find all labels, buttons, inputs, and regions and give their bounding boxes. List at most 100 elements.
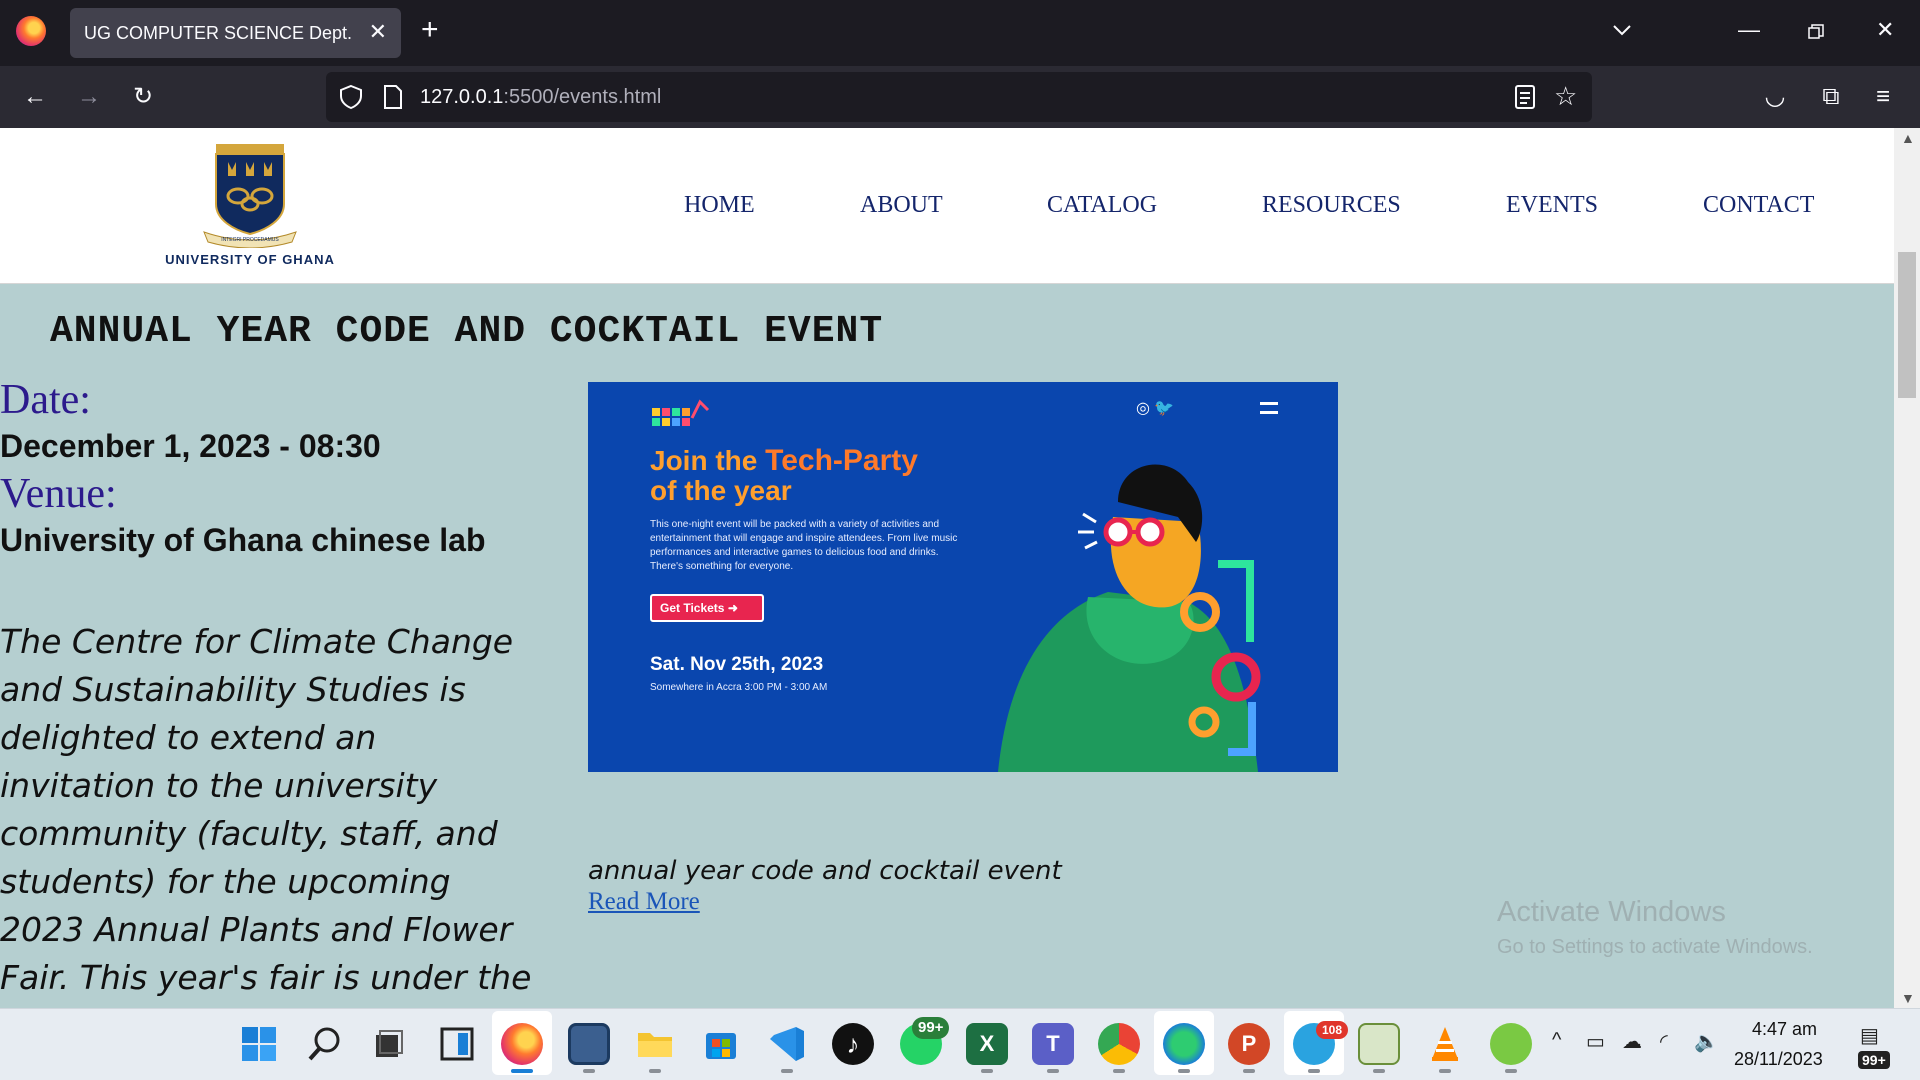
battery-icon[interactable]: ▭	[1586, 1029, 1605, 1054]
powerpoint-icon[interactable]: P	[1228, 1023, 1270, 1065]
nav-about[interactable]: ABOUT	[860, 192, 943, 219]
date-value: December 1, 2023 - 08:30	[0, 428, 381, 464]
minimize-icon[interactable]: —	[1738, 18, 1760, 42]
url-text[interactable]: 127.0.0.1:5500/events.html	[420, 86, 661, 109]
tab-title: UG COMPUTER SCIENCE Dept.	[84, 23, 353, 43]
nav-contact[interactable]: CONTACT	[1703, 192, 1814, 219]
reader-view-icon[interactable]	[1514, 84, 1536, 110]
running-indicator	[1243, 1069, 1255, 1073]
poster-place: Somewhere in Accra 3:00 PM - 3:00 AM	[650, 682, 828, 693]
running-indicator	[1113, 1069, 1125, 1073]
venue-label: Venue:	[0, 471, 117, 517]
browser-app-icon[interactable]	[1163, 1023, 1205, 1065]
running-indicator	[1308, 1069, 1320, 1073]
volume-icon[interactable]: 🔈	[1694, 1029, 1719, 1054]
running-indicator	[1439, 1069, 1451, 1073]
new-tab-icon[interactable]: +	[421, 14, 439, 46]
running-indicator	[981, 1069, 993, 1073]
notification-badge: 99+	[1858, 1051, 1890, 1069]
menu-icon[interactable]: ≡	[1866, 80, 1900, 114]
whatsapp-badge: 99+	[912, 1017, 950, 1039]
event-poster-image: ◎ 🐦 Join the Tech-Party of the year This…	[588, 382, 1338, 772]
file-explorer-icon[interactable]	[634, 1023, 676, 1065]
tiktok-icon[interactable]: ♪	[832, 1023, 874, 1065]
svg-text:INTEGRI PROCEDAMUS: INTEGRI PROCEDAMUS	[221, 237, 279, 243]
vlc-icon[interactable]	[1424, 1023, 1466, 1065]
poster-headline: Join the Tech-Party of the year	[650, 444, 918, 506]
poster-get-tickets: Get Tickets ➜	[650, 594, 764, 622]
firefox-icon[interactable]	[16, 16, 46, 46]
notification-center-icon[interactable]: ▤	[1860, 1023, 1879, 1048]
poster-menu-icon	[1260, 402, 1278, 414]
poster-body-text: This one-night event will be packed with…	[650, 519, 958, 572]
page-info-icon[interactable]	[382, 84, 404, 110]
teams-icon[interactable]: T	[1032, 1023, 1074, 1065]
running-indicator	[1505, 1069, 1517, 1073]
firefox-taskbar-icon[interactable]	[501, 1023, 543, 1065]
running-indicator	[649, 1069, 661, 1073]
vscode-icon[interactable]	[766, 1023, 808, 1065]
image-viewer-icon[interactable]	[568, 1023, 610, 1065]
site-header: INTEGRI PROCEDAMUS UNIVERSITY OF GHANA H…	[0, 128, 1894, 284]
nav-catalog[interactable]: CATALOG	[1047, 192, 1157, 219]
poster-date: Sat. Nov 25th, 2023	[650, 654, 824, 675]
logo-text: UNIVERSITY OF GHANA	[165, 252, 335, 267]
task-view-icon[interactable]	[368, 1023, 410, 1065]
windows-taskbar: ♪ 99+ X T P 108 ^ ▭ ☁ ◜ 🔈 4:47 am 28/11/…	[0, 1008, 1920, 1080]
running-indicator	[781, 1069, 793, 1073]
widgets-icon[interactable]	[436, 1023, 478, 1065]
venue-value: University of Ghana chinese lab	[0, 522, 486, 558]
page-scrollbar[interactable]: ▲ ▼	[1894, 128, 1920, 1008]
clock-time[interactable]: 4:47 am	[1752, 1019, 1817, 1040]
scroll-down-icon[interactable]: ▼	[1901, 990, 1915, 1006]
browser-tab-strip: UG COMPUTER SCIENCE Dept. ✕ + — ✕	[0, 0, 1920, 66]
university-crest-icon: INTEGRI PROCEDAMUS	[203, 144, 297, 248]
nav-events[interactable]: EVENTS	[1506, 192, 1598, 219]
telegram-badge: 108	[1316, 1021, 1349, 1039]
running-indicator	[1047, 1069, 1059, 1073]
microsoft-store-icon[interactable]	[700, 1023, 742, 1065]
page-viewport: INTEGRI PROCEDAMUS UNIVERSITY OF GHANA H…	[0, 128, 1894, 1008]
read-more-link[interactable]: Read More	[588, 888, 700, 916]
activate-windows-title: Activate Windows	[1497, 896, 1726, 928]
scroll-up-icon[interactable]: ▲	[1901, 130, 1915, 146]
date-label: Date:	[0, 377, 91, 423]
tab-close-icon[interactable]: ✕	[369, 20, 387, 44]
nav-resources[interactable]: RESOURCES	[1262, 192, 1401, 219]
reload-icon[interactable]: ↻	[126, 80, 160, 114]
running-indicator	[1178, 1069, 1190, 1073]
android-app-icon[interactable]	[1490, 1023, 1532, 1065]
nav-home[interactable]: HOME	[684, 192, 755, 219]
back-icon[interactable]: ←	[18, 80, 52, 114]
chrome-icon[interactable]	[1098, 1023, 1140, 1065]
event-title: ANNUAL YEAR CODE AND COCKTAIL EVENT	[50, 310, 884, 353]
wifi-icon[interactable]: ◜	[1660, 1029, 1668, 1054]
running-indicator	[583, 1069, 595, 1073]
notepad-icon[interactable]	[1358, 1023, 1400, 1065]
search-icon[interactable]	[304, 1023, 346, 1065]
show-hidden-icons[interactable]: ^	[1552, 1029, 1561, 1052]
windows-start-icon[interactable]	[238, 1023, 280, 1065]
forward-icon[interactable]: →	[72, 80, 106, 114]
onedrive-icon[interactable]: ☁	[1622, 1029, 1642, 1054]
bookmark-star-icon[interactable]: ☆	[1554, 82, 1577, 110]
poster-social-icons: ◎ 🐦	[1136, 400, 1175, 417]
poster-illustration-icon	[998, 464, 1261, 772]
address-bar[interactable]: 127.0.0.1:5500/events.html ☆	[326, 72, 1592, 122]
running-indicator	[1373, 1069, 1385, 1073]
pocket-icon[interactable]: ◡	[1758, 80, 1792, 114]
poster-brand-logo-icon	[652, 399, 710, 426]
browser-toolbar: ← → ↻ 127.0.0.1:5500/events.html ☆ ◡ ⧉ ≡	[0, 66, 1920, 128]
university-logo[interactable]: INTEGRI PROCEDAMUS UNIVERSITY OF GHANA	[152, 144, 348, 270]
tab-active[interactable]: UG COMPUTER SCIENCE Dept. ✕	[70, 8, 401, 58]
event-description: The Centre for Climate Change and Sustai…	[0, 622, 532, 1008]
activate-windows-subtitle: Go to Settings to activate Windows.	[1497, 936, 1813, 958]
clock-date[interactable]: 28/11/2023	[1734, 1049, 1823, 1070]
restore-icon[interactable]	[1808, 24, 1824, 40]
extensions-icon[interactable]: ⧉	[1814, 80, 1848, 114]
close-window-icon[interactable]: ✕	[1876, 18, 1894, 42]
tracking-protection-icon[interactable]	[338, 84, 364, 110]
excel-icon[interactable]: X	[966, 1023, 1008, 1065]
list-all-tabs-icon[interactable]	[1612, 20, 1632, 40]
scrollbar-thumb[interactable]	[1898, 252, 1916, 398]
